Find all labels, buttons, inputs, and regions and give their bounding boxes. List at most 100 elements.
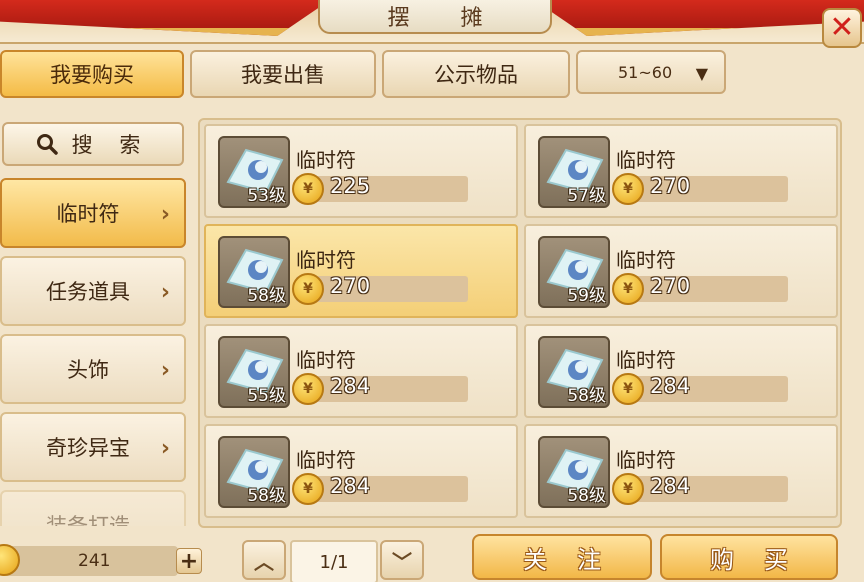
sidebar-item-equipment-forging[interactable]: 装备打造 — [0, 490, 186, 526]
item-grid: 53级 临时符 ¥ 225 57级 临时符 ¥ 270 58级 临时符 ¥ 27… — [198, 118, 842, 528]
item-card[interactable]: 53级 临时符 ¥ 225 — [204, 124, 518, 218]
coin-icon: ¥ — [292, 473, 324, 505]
coin-icon: ¥ — [292, 173, 324, 205]
page-up-button[interactable]: ︿ — [242, 540, 286, 580]
roof-decoration-left — [0, 0, 330, 36]
item-card[interactable]: 58级 临时符 ¥ 270 — [204, 224, 518, 318]
item-name: 临时符 — [296, 148, 356, 172]
item-level: 58级 — [247, 286, 286, 306]
sidebar-item-label: 奇珍异宝 — [46, 436, 130, 460]
item-price: 270 — [650, 174, 691, 198]
price-bar: ¥ 284 — [612, 373, 788, 405]
page-indicator: 1/1 — [290, 540, 378, 582]
sidebar-item-treasures[interactable]: 奇珍异宝 › — [0, 412, 186, 482]
item-price: 284 — [330, 374, 371, 398]
item-level: 58级 — [247, 486, 286, 506]
roof-decoration-right — [534, 0, 864, 36]
price-bar: ¥ 225 — [292, 173, 468, 205]
price-bar: ¥ 270 — [292, 273, 468, 305]
item-card[interactable]: 57级 临时符 ¥ 270 — [524, 124, 838, 218]
item-card[interactable]: 58级 临时符 ¥ 284 — [524, 324, 838, 418]
item-level: 57级 — [567, 186, 606, 206]
chevron-down-icon: ▼ — [695, 64, 708, 83]
price-bar: ¥ 270 — [612, 173, 788, 205]
chevron-right-icon: › — [160, 436, 170, 461]
page-down-button[interactable]: ﹀ — [380, 540, 424, 580]
sidebar-item-label: 装备打造 — [46, 514, 130, 526]
search-label: 搜 索 — [71, 133, 151, 157]
title-bar: 摆 摊 — [0, 0, 864, 44]
coin-icon: ¥ — [292, 373, 324, 405]
chevron-right-icon: › — [160, 358, 170, 383]
coin-icon: ¥ — [612, 373, 644, 405]
coin-icon: ¥ — [292, 273, 324, 305]
item-price: 284 — [330, 474, 371, 498]
tab-sell[interactable]: 我要出售 — [190, 50, 376, 98]
talisman-icon: 57级 — [538, 136, 610, 208]
sidebar-item-headwear[interactable]: 头饰 › — [0, 334, 186, 404]
price-bar: ¥ 284 — [292, 373, 468, 405]
talisman-icon: 58级 — [218, 236, 290, 308]
search-button[interactable]: 搜 索 — [2, 122, 184, 166]
sidebar-item-label: 临时符 — [56, 202, 120, 226]
item-level: 55级 — [247, 386, 286, 406]
talisman-icon: 55级 — [218, 336, 290, 408]
window-title: 摆 摊 — [387, 6, 505, 31]
sidebar-item-temporary-talisman[interactable]: 临时符 › — [0, 178, 186, 248]
item-name: 临时符 — [616, 348, 676, 372]
money-display: 241 — [0, 544, 178, 576]
close-icon: ✕ — [829, 10, 855, 45]
title-plate: 摆 摊 — [318, 0, 552, 34]
talisman-icon: 58级 — [538, 336, 610, 408]
item-card[interactable]: 59级 临时符 ¥ 270 — [524, 224, 838, 318]
price-bar: ¥ 284 — [612, 473, 788, 505]
coin-icon: ¥ — [612, 273, 644, 305]
sidebar-item-quest-items[interactable]: 任务道具 › — [0, 256, 186, 326]
item-card[interactable]: 58级 临时符 ¥ 284 — [524, 424, 838, 518]
item-name: 临时符 — [296, 248, 356, 272]
follow-button[interactable]: 关注 — [472, 534, 652, 580]
tab-buy[interactable]: 我要购买 — [0, 50, 184, 98]
level-range-value: 51~60 — [618, 62, 673, 82]
price-bar: ¥ 284 — [292, 473, 468, 505]
buy-button[interactable]: 购买 — [660, 534, 838, 580]
item-name: 临时符 — [296, 448, 356, 472]
footer-bar: 241 + ︿ 1/1 ﹀ 关注 购买 — [0, 530, 864, 582]
talisman-icon: 58级 — [218, 436, 290, 508]
item-price: 270 — [650, 274, 691, 298]
coin-icon — [0, 544, 20, 576]
item-price: 284 — [650, 374, 691, 398]
money-amount: 241 — [78, 551, 111, 571]
coin-icon: ¥ — [612, 173, 644, 205]
search-icon — [36, 133, 58, 155]
talisman-icon: 59级 — [538, 236, 610, 308]
item-price: 284 — [650, 474, 691, 498]
item-name: 临时符 — [296, 348, 356, 372]
tab-public-items[interactable]: 公示物品 — [382, 50, 570, 98]
price-bar: ¥ 270 — [612, 273, 788, 305]
item-level: 58级 — [567, 386, 606, 406]
item-card[interactable]: 55级 临时符 ¥ 284 — [204, 324, 518, 418]
item-name: 临时符 — [616, 448, 676, 472]
talisman-icon: 53级 — [218, 136, 290, 208]
item-name: 临时符 — [616, 148, 676, 172]
close-button[interactable]: ✕ — [822, 8, 862, 48]
chevron-down-icon: ﹀ — [392, 549, 412, 574]
chevron-up-icon: ︿ — [254, 549, 274, 574]
level-range-select[interactable]: 51~60 ▼ — [576, 50, 726, 94]
chevron-right-icon: › — [160, 202, 170, 227]
sidebar-item-label: 头饰 — [67, 358, 109, 382]
item-name: 临时符 — [616, 248, 676, 272]
item-level: 53级 — [247, 186, 286, 206]
category-sidebar: 搜 索 临时符 › 任务道具 › 头饰 › 奇珍异宝 › 装备打造 — [0, 118, 188, 526]
coin-icon: ¥ — [612, 473, 644, 505]
item-level: 58级 — [567, 486, 606, 506]
item-price: 270 — [330, 274, 371, 298]
item-price: 225 — [330, 174, 371, 198]
tab-bar: 我要购买 我要出售 公示物品 51~60 ▼ — [0, 50, 864, 98]
talisman-icon: 58级 — [538, 436, 610, 508]
item-level: 59级 — [567, 286, 606, 306]
sidebar-item-label: 任务道具 — [46, 280, 130, 304]
add-money-button[interactable]: + — [176, 548, 202, 574]
item-card[interactable]: 58级 临时符 ¥ 284 — [204, 424, 518, 518]
